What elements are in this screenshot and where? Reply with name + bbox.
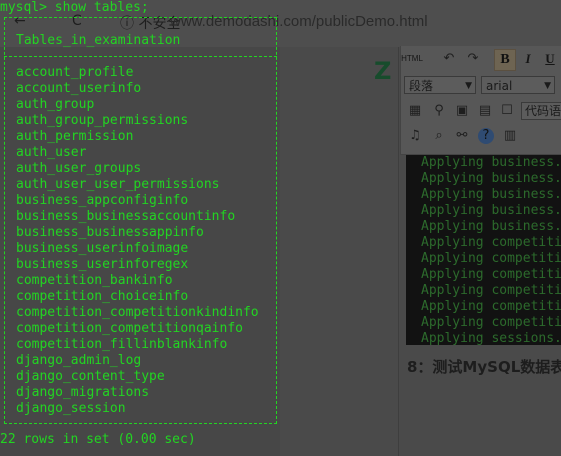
- bold-button[interactable]: B: [494, 49, 516, 71]
- table-row: business_appconfiginfo: [16, 193, 189, 208]
- chevron-down-icon: ▼: [544, 81, 551, 91]
- font-select[interactable]: arial ▼: [481, 76, 555, 94]
- code-line: Applying competiti: [421, 315, 561, 330]
- image-icon[interactable]: ▦: [407, 103, 423, 119]
- attachment-icon[interactable]: ⚲: [431, 103, 447, 119]
- table-row: account_userinfo: [16, 81, 142, 96]
- section-heading: 8：测试MySQL数据表: [407, 358, 561, 376]
- code-language-select[interactable]: 代码语: [521, 102, 561, 120]
- table-row: auth_user_groups: [16, 161, 142, 176]
- zoom-icon[interactable]: ⌕: [431, 128, 447, 144]
- code-line: Applying competiti: [421, 283, 561, 298]
- code-line: Applying sessions.: [421, 331, 561, 345]
- column-header: Tables_in_examination: [16, 33, 181, 48]
- mysql-terminal: mysql> show tables; Tables_in_examinatio…: [0, 0, 277, 447]
- table-row: business_businessappinfo: [16, 225, 204, 240]
- chevron-down-icon: ▼: [465, 81, 472, 91]
- site-logo: Z: [374, 57, 392, 85]
- table-row: competition_fillinblankinfo: [16, 337, 228, 352]
- table-row: django_admin_log: [16, 353, 142, 368]
- table-row: account_profile: [16, 65, 134, 80]
- code-line: Applying business.: [421, 187, 561, 202]
- table-row: auth_user_user_permissions: [16, 177, 220, 192]
- code-line: Applying competiti: [421, 267, 561, 282]
- table-row: auth_group: [16, 97, 95, 112]
- table-row: django_session: [16, 401, 126, 416]
- table-row: competition_competitionqainfo: [16, 321, 243, 336]
- editor-toolbar: HTML ↶ ↷ B I U 段落 ▼ arial ▼ ▦ ⚲ ▣ ▤ ☐ 代码…: [400, 46, 561, 155]
- result-footer: 22 rows in set (0.00 sec): [0, 432, 196, 447]
- checkbox-icon[interactable]: ☐: [499, 103, 515, 119]
- gallery-icon[interactable]: ▣: [454, 103, 470, 119]
- result-table-header-separator: [4, 56, 277, 57]
- code-line: Applying competiti: [421, 299, 561, 314]
- table-row: business_userinfoimage: [16, 241, 189, 256]
- table-row: competition_competitionkindinfo: [16, 305, 259, 320]
- font-select-value: arial: [486, 79, 513, 93]
- paragraph-select[interactable]: 段落 ▼: [404, 76, 476, 94]
- code-line: Applying business.: [421, 203, 561, 218]
- music-icon[interactable]: ♫: [407, 128, 423, 144]
- command-line: mysql> show tables;: [0, 0, 149, 15]
- table-row: competition_choiceinfo: [16, 289, 189, 304]
- code-line: Applying competiti: [421, 235, 561, 250]
- code-lines: Applying business. Applying business. Appl…: [406, 155, 561, 345]
- clipboard-icon[interactable]: ▥: [502, 128, 518, 144]
- table-row: business_businessaccountinfo: [16, 209, 236, 224]
- code-line: Applying business.: [421, 155, 561, 170]
- help-icon[interactable]: ?: [478, 128, 494, 144]
- migration-output-block: Applying business. Applying business. Appl…: [406, 155, 561, 345]
- table-row: auth_permission: [16, 129, 134, 144]
- table-row: competition_bankinfo: [16, 273, 173, 288]
- content-divider: [398, 47, 399, 456]
- paragraph-select-value: 段落: [409, 79, 434, 93]
- table-row: django_content_type: [16, 369, 165, 384]
- table-row: business_userinforegex: [16, 257, 189, 272]
- html-source-button[interactable]: HTML: [401, 49, 423, 69]
- table-row: django_migrations: [16, 385, 150, 400]
- redo-icon[interactable]: ↷: [465, 51, 481, 67]
- table-row: auth_group_permissions: [16, 113, 189, 128]
- result-table-header: Tables_in_examination: [16, 33, 180, 49]
- find-icon[interactable]: ⚯: [454, 128, 470, 144]
- code-line: Applying competiti: [421, 251, 561, 266]
- table-icon[interactable]: ▤: [477, 103, 493, 119]
- table-row: auth_user: [16, 145, 87, 160]
- code-line: Applying business.: [421, 171, 561, 186]
- code-line: Applying business.: [421, 219, 561, 234]
- underline-button[interactable]: U: [543, 49, 557, 69]
- undo-icon[interactable]: ↶: [441, 51, 457, 67]
- italic-button[interactable]: I: [521, 49, 535, 69]
